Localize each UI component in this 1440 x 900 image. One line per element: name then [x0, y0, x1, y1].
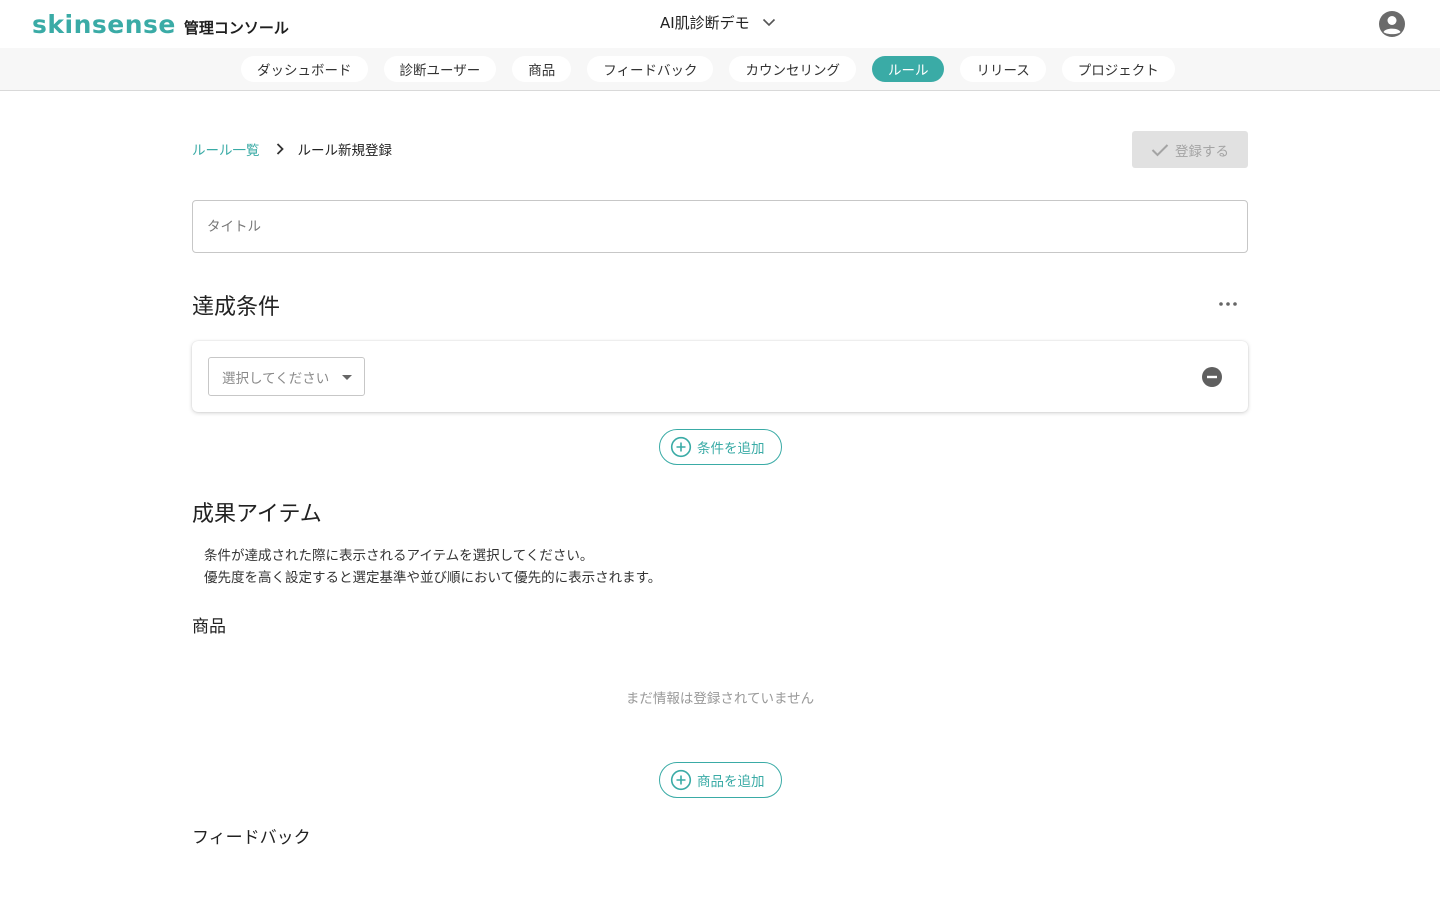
- chevron-right-icon: [276, 143, 284, 155]
- add-product-label: 商品を追加: [697, 774, 765, 790]
- more-options-button[interactable]: [1214, 294, 1242, 314]
- add-condition-label: 条件を追加: [697, 441, 765, 457]
- breadcrumb-rule-list-link[interactable]: ルール一覧: [192, 139, 260, 159]
- more-horizontal-icon: [1219, 302, 1237, 306]
- remove-circle-icon[interactable]: [1202, 367, 1222, 387]
- breadcrumb-current: ルール新規登録: [297, 143, 393, 159]
- results-heading: 成果アイテム: [192, 502, 322, 527]
- products-empty-message: まだ情報は登録されていません: [625, 691, 815, 707]
- nav-tab-bar: ダッシュボード 診断ユーザー 商品 フィードバック カウンセリング ルール リリ…: [0, 48, 1440, 91]
- caret-down-icon: [342, 375, 352, 380]
- condition-select-placeholder: 選択してください: [222, 370, 330, 387]
- add-condition-button[interactable]: 条件を追加: [659, 429, 782, 465]
- breadcrumb: ルール一覧 ルール新規登録: [192, 139, 392, 159]
- results-description-1: 条件が達成された際に表示されるアイテムを選択してください。: [204, 548, 594, 564]
- console-label: 管理コンソール: [183, 19, 289, 37]
- logo-wordmark: skinsense: [32, 10, 176, 39]
- add-circle-icon: [670, 769, 692, 791]
- products-heading: 商品: [192, 617, 226, 637]
- add-circle-icon: [670, 436, 692, 458]
- tab-diagnosis-users[interactable]: 診断ユーザー: [383, 56, 497, 82]
- tab-rules[interactable]: ルール: [871, 56, 945, 82]
- app-header: skinsense 管理コンソール AI肌診断デモ: [0, 0, 1440, 48]
- condition-select[interactable]: 選択してください: [208, 357, 365, 396]
- register-button-label: 登録する: [1175, 143, 1229, 160]
- tab-products[interactable]: 商品: [512, 56, 572, 82]
- check-icon: [1151, 143, 1169, 156]
- tab-feedback[interactable]: フィードバック: [587, 56, 714, 82]
- tab-counseling[interactable]: カウンセリング: [729, 56, 856, 82]
- project-name: AI肌診断デモ: [660, 14, 750, 32]
- title-input[interactable]: [192, 200, 1248, 253]
- logo[interactable]: skinsense 管理コンソール: [32, 10, 289, 39]
- tab-releases[interactable]: リリース: [960, 56, 1046, 82]
- add-product-button[interactable]: 商品を追加: [659, 762, 782, 798]
- nav-tabs: ダッシュボード 診断ユーザー 商品 フィードバック カウンセリング ルール リリ…: [241, 56, 1175, 82]
- feedback-heading: フィードバック: [192, 828, 311, 848]
- chevron-down-icon: [762, 18, 775, 27]
- project-selector[interactable]: AI肌診断デモ: [660, 12, 776, 33]
- results-description-2: 優先度を高く設定すると選定基準や並び順において優先的に表示されます。: [204, 570, 662, 586]
- condition-card: 選択してください: [192, 341, 1248, 412]
- tab-projects[interactable]: プロジェクト: [1061, 56, 1175, 82]
- account-icon[interactable]: [1378, 10, 1406, 38]
- conditions-heading: 達成条件: [192, 295, 281, 320]
- tab-dashboard[interactable]: ダッシュボード: [241, 56, 368, 82]
- register-button[interactable]: 登録する: [1132, 131, 1248, 168]
